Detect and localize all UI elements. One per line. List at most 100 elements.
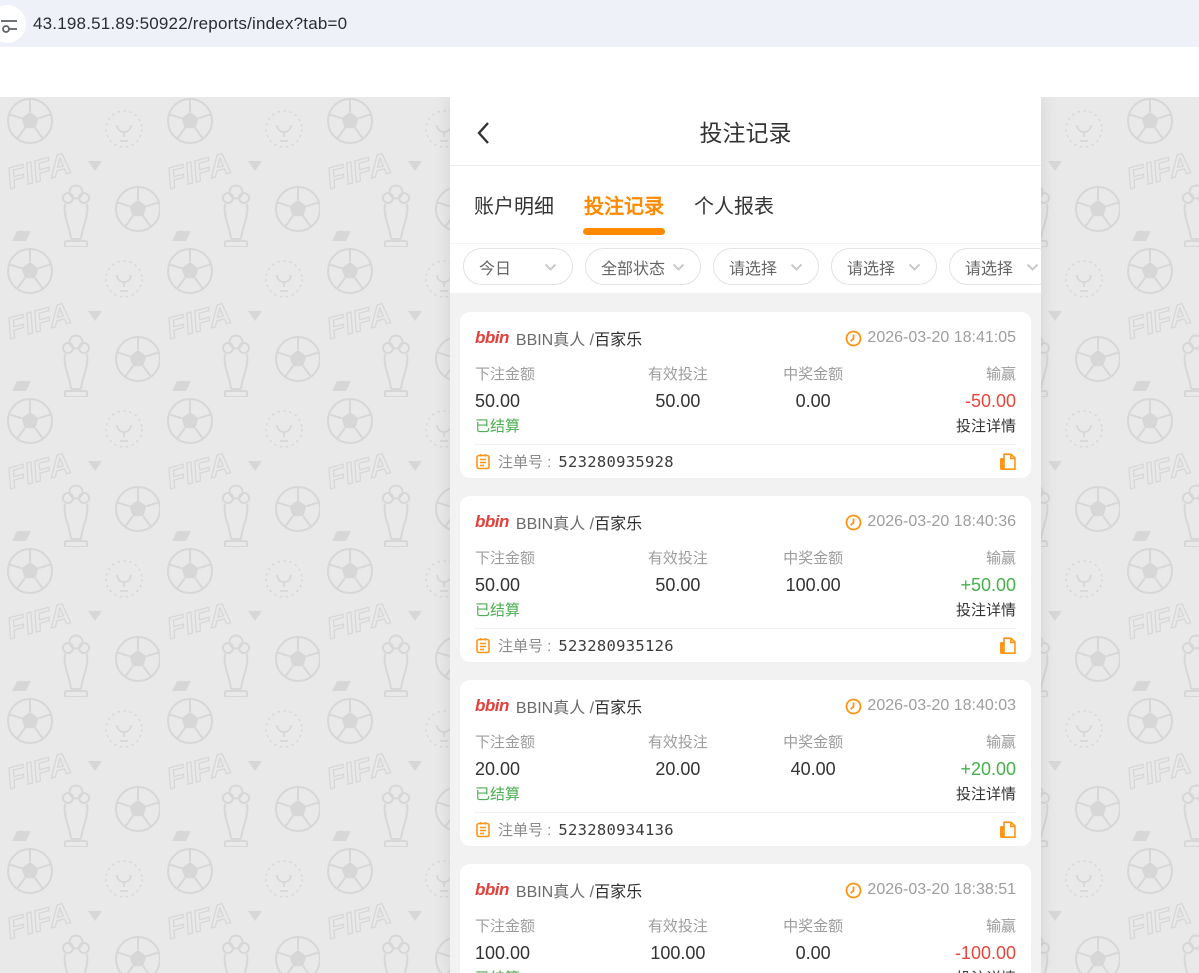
tab-account-detail[interactable]: 账户明细: [474, 166, 554, 243]
chevron-down-icon: [908, 263, 921, 271]
win-amount-label: 中奖金额: [746, 731, 881, 752]
bet-amount-label: 下注金额: [475, 363, 610, 384]
card-header-row: bbin BBIN真人 / 百家乐 2026-03-20 18:41:05: [475, 312, 1016, 350]
provider-logo: bbin: [475, 512, 509, 532]
status-badge: 已结算: [475, 599, 520, 620]
game-name: 百家乐: [594, 694, 642, 718]
back-button[interactable]: [476, 121, 496, 145]
clock-icon: [845, 698, 862, 715]
bet-detail-link[interactable]: 投注详情: [956, 967, 1016, 973]
card-header-row: bbin BBIN真人 / 百家乐 2026-03-20 18:40:03: [475, 680, 1016, 718]
profit-label: 输赢: [881, 731, 1016, 752]
provider-logo: bbin: [475, 880, 509, 900]
filter-date-select[interactable]: 今日: [463, 248, 573, 285]
status-row: 已结算 投注详情: [475, 783, 1016, 804]
chevron-down-icon: [1026, 263, 1039, 271]
copy-icon[interactable]: [999, 453, 1016, 471]
status-row: 已结算 投注详情: [475, 967, 1016, 973]
order-icon: [475, 637, 491, 654]
amount-columns: 下注金额 50.00 有效投注 50.00 中奖金额 0.00 输赢 -50.0…: [475, 363, 1016, 412]
order-number-label: 注单号 :: [498, 635, 551, 656]
valid-bet-label: 有效投注: [610, 363, 745, 384]
profit-value: -100.00: [881, 943, 1016, 964]
provider-name: BBIN真人 /: [516, 694, 594, 718]
chevron-down-icon: [790, 263, 803, 271]
bet-amount-label: 下注金额: [475, 547, 610, 568]
page-title: 投注记录: [700, 114, 792, 148]
clock-icon: [845, 514, 862, 531]
clock-icon: [845, 330, 862, 347]
site-info-icon[interactable]: [0, 5, 26, 43]
valid-bet-label: 有效投注: [610, 547, 745, 568]
amount-columns: 下注金额 100.00 有效投注 100.00 中奖金额 0.00 输赢 -10…: [475, 915, 1016, 964]
bet-detail-link[interactable]: 投注详情: [956, 415, 1016, 436]
record-list: bbin BBIN真人 / 百家乐 2026-03-20 18:41:05 下注…: [450, 293, 1041, 973]
filter-status-select[interactable]: 全部状态: [585, 248, 701, 285]
bet-time: 2026-03-20 18:40:03: [867, 697, 1016, 715]
win-amount-label: 中奖金额: [746, 547, 881, 568]
valid-bet-label: 有效投注: [610, 731, 745, 752]
provider-logo: bbin: [475, 696, 509, 716]
bet-record-card: bbin BBIN真人 / 百家乐 2026-03-20 18:40:03 下注…: [460, 680, 1031, 846]
filter-status-value: 全部状态: [601, 255, 665, 279]
bet-time: 2026-03-20 18:38:51: [867, 881, 1016, 899]
bet-record-card: bbin BBIN真人 / 百家乐 2026-03-20 18:38:51 下注…: [460, 864, 1031, 973]
filter-4-value: 请选择: [847, 255, 895, 279]
status-badge: 已结算: [475, 967, 520, 973]
bet-detail-link[interactable]: 投注详情: [956, 599, 1016, 620]
status-badge: 已结算: [475, 415, 520, 436]
bet-amount-value: 50.00: [475, 575, 610, 596]
order-icon: [475, 453, 491, 470]
order-number-value: 523280935126: [558, 637, 674, 655]
filter-select-5[interactable]: 请选择: [949, 248, 1041, 285]
game-name: 百家乐: [594, 510, 642, 534]
order-number-label: 注单号 :: [498, 451, 551, 472]
win-amount-value: 40.00: [746, 759, 881, 780]
provider-name: BBIN真人 /: [516, 878, 594, 902]
valid-bet-value: 50.00: [610, 391, 745, 412]
provider-name: BBIN真人 /: [516, 510, 594, 534]
profit-value: -50.00: [881, 391, 1016, 412]
bet-time: 2026-03-20 18:41:05: [867, 329, 1016, 347]
clock-icon: [845, 882, 862, 899]
bet-amount-value: 20.00: [475, 759, 610, 780]
bet-amount-value: 50.00: [475, 391, 610, 412]
order-number-value: 523280935928: [558, 453, 674, 471]
filter-row: 今日 全部状态 请选择 请选择 请选择: [450, 244, 1041, 293]
browser-address-bar[interactable]: 43.198.51.89:50922/reports/index?tab=0: [0, 0, 1199, 47]
bet-amount-label: 下注金额: [475, 915, 610, 936]
win-amount-value: 100.00: [746, 575, 881, 596]
filter-date-value: 今日: [479, 255, 511, 279]
bet-detail-link[interactable]: 投注详情: [956, 783, 1016, 804]
copy-icon[interactable]: [999, 821, 1016, 839]
provider-name: BBIN真人 /: [516, 326, 594, 350]
app-panel: 投注记录 账户明细 投注记录 个人报表 今日 全部状态 请选择 请选择: [450, 97, 1041, 973]
card-header-row: bbin BBIN真人 / 百家乐 2026-03-20 18:38:51: [475, 864, 1016, 902]
order-icon: [475, 821, 491, 838]
tab-personal-report[interactable]: 个人报表: [694, 166, 774, 243]
url-text[interactable]: 43.198.51.89:50922/reports/index?tab=0: [33, 14, 347, 34]
valid-bet-value: 20.00: [610, 759, 745, 780]
game-name: 百家乐: [594, 878, 642, 902]
chevron-down-icon: [672, 263, 685, 271]
filter-5-value: 请选择: [965, 255, 1013, 279]
profit-label: 输赢: [881, 915, 1016, 936]
bet-amount-value: 100.00: [475, 943, 610, 964]
status-row: 已结算 投注详情: [475, 415, 1016, 436]
browser-content-gap: [0, 47, 1199, 97]
filter-3-value: 请选择: [729, 255, 777, 279]
filter-select-4[interactable]: 请选择: [831, 248, 937, 285]
amount-columns: 下注金额 20.00 有效投注 20.00 中奖金额 40.00 输赢 +20.…: [475, 731, 1016, 780]
profit-label: 输赢: [881, 547, 1016, 568]
bet-amount-label: 下注金额: [475, 731, 610, 752]
win-amount-value: 0.00: [746, 391, 881, 412]
valid-bet-label: 有效投注: [610, 915, 745, 936]
tab-bet-records[interactable]: 投注记录: [584, 166, 664, 243]
copy-icon[interactable]: [999, 637, 1016, 655]
status-badge: 已结算: [475, 783, 520, 804]
profit-label: 输赢: [881, 363, 1016, 384]
amount-columns: 下注金额 50.00 有效投注 50.00 中奖金额 100.00 输赢 +50…: [475, 547, 1016, 596]
bet-record-card: bbin BBIN真人 / 百家乐 2026-03-20 18:41:05 下注…: [460, 312, 1031, 478]
bet-record-card: bbin BBIN真人 / 百家乐 2026-03-20 18:40:36 下注…: [460, 496, 1031, 662]
filter-select-3[interactable]: 请选择: [713, 248, 819, 285]
